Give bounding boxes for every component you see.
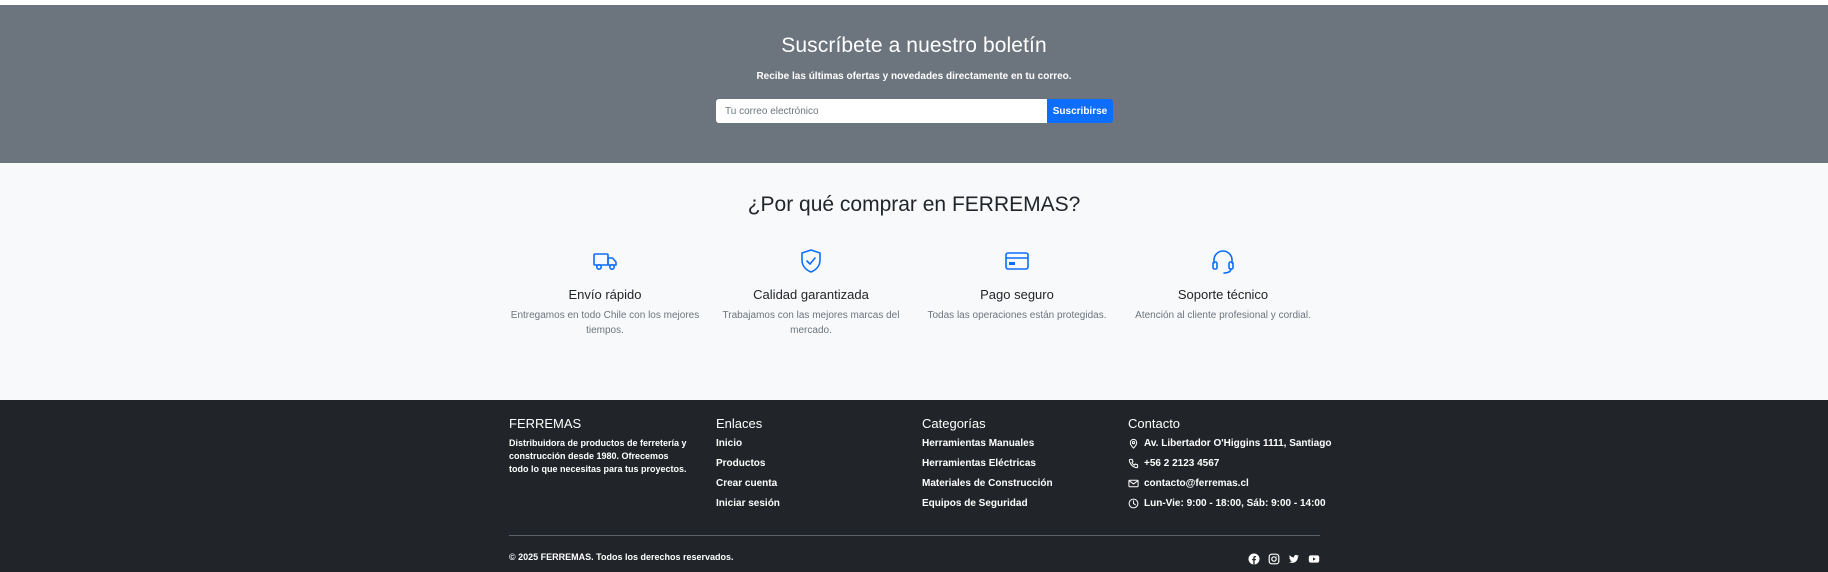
why-title: ¿Por qué comprar en FERREMAS? — [747, 193, 1081, 216]
footer-categories: Categorías Herramientas Manuales Herrami… — [922, 416, 1053, 517]
footer-brand-title: FERREMAS — [509, 416, 582, 431]
feature-support: Soporte técnico Atención al cliente prof… — [1127, 247, 1319, 323]
social-links — [1248, 552, 1320, 565]
footer-link-products[interactable]: Productos — [716, 457, 780, 477]
footer-category-materials[interactable]: Materiales de Construcción — [922, 477, 1053, 497]
credit-card-icon — [1005, 252, 1029, 270]
footer-about: FERREMAS Distribuidora de productos de f… — [509, 416, 689, 476]
feature-fast-shipping: Envío rápido Entregamos en todo Chile co… — [509, 247, 701, 338]
newsletter-title: Suscríbete a nuestro boletín — [781, 34, 1047, 57]
footer-divider — [509, 535, 1320, 536]
feature-description: Trabajamos con las mejores marcas del me… — [722, 310, 900, 336]
truck-icon — [593, 253, 617, 270]
contact-phone-text: +56 2 2123 4567 — [1144, 458, 1220, 469]
clock-icon — [1128, 498, 1139, 509]
footer-brand-description: Distribuidora de productos de ferretería… — [509, 438, 687, 474]
footer-link-login[interactable]: Iniciar sesión — [716, 497, 780, 517]
footer-contact: Contacto Av. Libertador O'Higgins 1111, … — [1128, 416, 1331, 517]
footer-links: Enlaces Inicio Productos Crear cuenta In… — [716, 416, 780, 517]
phone-icon — [1128, 458, 1139, 469]
copyright: © 2025 FERREMAS. Todos los derechos rese… — [509, 552, 734, 562]
newsletter-form: Suscribirse — [716, 99, 1113, 123]
shield-check-icon — [801, 249, 821, 273]
feature-title: Calidad garantizada — [753, 287, 869, 302]
footer-category-hand-tools[interactable]: Herramientas Manuales — [922, 437, 1053, 457]
map-pin-icon — [1129, 438, 1138, 449]
contact-email: contacto@ferremas.cl — [1128, 477, 1331, 497]
contact-hours-text: Lun-Vie: 9:00 - 18:00, Sáb: 9:00 - 14:00 — [1144, 498, 1326, 509]
feature-title: Pago seguro — [980, 287, 1054, 302]
footer-categories-title: Categorías — [922, 416, 986, 431]
contact-email-text: contacto@ferremas.cl — [1144, 478, 1249, 489]
feature-title: Envío rápido — [568, 287, 642, 302]
contact-phone: +56 2 2123 4567 — [1128, 457, 1331, 477]
feature-description: Entregamos en todo Chile con los mejores… — [510, 310, 700, 336]
facebook-icon[interactable] — [1248, 552, 1260, 565]
page: Suscríbete a nuestro boletín Recibe las … — [0, 0, 1828, 572]
footer-category-safety[interactable]: Equipos de Seguridad — [922, 497, 1053, 517]
why-section: ¿Por qué comprar en FERREMAS? Envío rápi… — [0, 163, 1828, 400]
newsletter-section: Suscríbete a nuestro boletín Recibe las … — [0, 5, 1828, 163]
contact-address-text: Av. Libertador O'Higgins 1111, Santiago — [1144, 438, 1332, 449]
newsletter-subtitle: Recibe las últimas ofertas y novedades d… — [756, 71, 1072, 82]
youtube-icon[interactable] — [1308, 552, 1320, 564]
email-input[interactable] — [716, 99, 1047, 123]
feature-secure-payment: Pago seguro Todas las operaciones están … — [921, 247, 1113, 323]
subscribe-button[interactable]: Suscribirse — [1047, 99, 1113, 123]
footer-contact-title: Contacto — [1128, 416, 1181, 431]
feature-description: Atención al cliente profesional y cordia… — [1135, 310, 1311, 321]
headset-icon — [1212, 250, 1234, 274]
instagram-icon[interactable] — [1268, 552, 1280, 565]
footer-link-register[interactable]: Crear cuenta — [716, 477, 780, 497]
footer-link-home[interactable]: Inicio — [716, 437, 780, 457]
footer-links-title: Enlaces — [716, 416, 763, 431]
footer: FERREMAS Distribuidora de productos de f… — [0, 400, 1828, 572]
feature-quality: Calidad garantizada Trabajamos con las m… — [715, 247, 907, 338]
feature-title: Soporte técnico — [1177, 287, 1269, 302]
feature-description: Todas las operaciones están protegidas. — [927, 310, 1107, 321]
contact-hours: Lun-Vie: 9:00 - 18:00, Sáb: 9:00 - 14:00 — [1128, 497, 1331, 517]
envelope-icon — [1128, 479, 1139, 488]
footer-category-power-tools[interactable]: Herramientas Eléctricas — [922, 457, 1053, 477]
contact-address: Av. Libertador O'Higgins 1111, Santiago — [1128, 437, 1331, 457]
twitter-icon[interactable] — [1288, 552, 1300, 564]
